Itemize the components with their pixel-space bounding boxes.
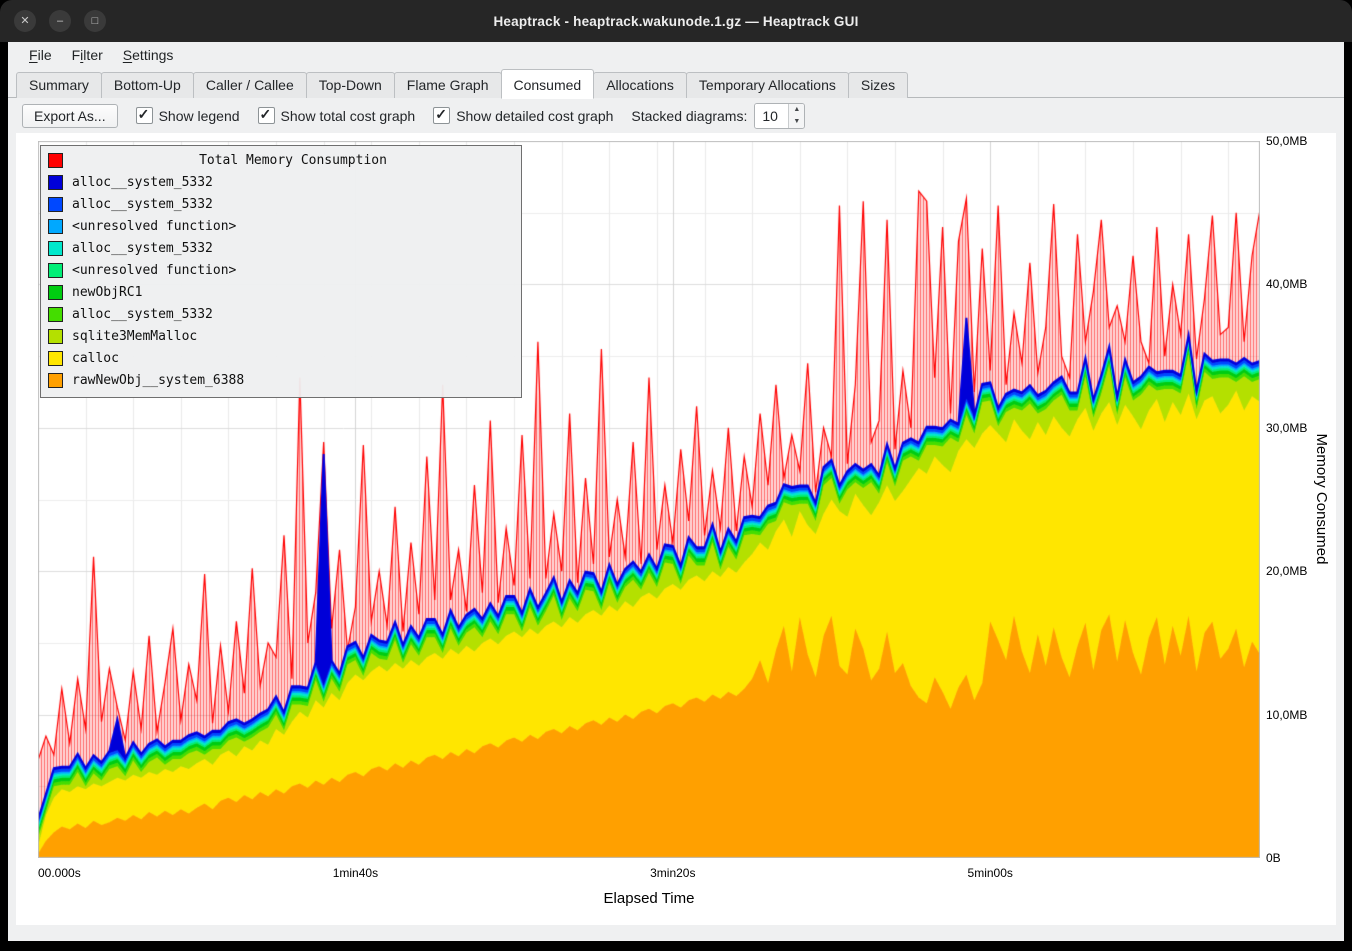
legend-label: alloc__system_5332	[72, 175, 213, 190]
tab-temporary-allocations[interactable]: Temporary Allocations	[686, 72, 849, 98]
legend-swatch-icon	[48, 373, 63, 388]
y-axis-title: Memory Consumed	[1313, 434, 1330, 565]
legend-row: sqlite3MemMalloc	[48, 325, 514, 347]
menubar: FileFilterSettings	[8, 42, 1344, 68]
legend-swatch-icon	[48, 263, 63, 278]
legend-row: alloc__system_5332	[48, 237, 514, 259]
y-tick-label: 40,0MB	[1266, 277, 1307, 291]
tab-summary[interactable]: Summary	[16, 72, 102, 98]
tab-caller-callee[interactable]: Caller / Callee	[193, 72, 307, 98]
checkbox-label: Show detailed cost graph	[456, 108, 613, 124]
chart-legend: Total Memory Consumption alloc__system_53…	[40, 145, 522, 398]
legend-swatch-icon	[48, 175, 63, 190]
legend-row: <unresolved function>	[48, 215, 514, 237]
window-title: Heaptrack - heaptrack.wakunode.1.gz — He…	[493, 14, 858, 29]
tab-flame-graph[interactable]: Flame Graph	[394, 72, 502, 98]
legend-label: calloc	[72, 351, 119, 366]
spinbox-up-icon[interactable]: ▲	[789, 104, 804, 116]
checkbox-label: Show legend	[159, 108, 240, 124]
menu-filter[interactable]: Filter	[63, 45, 112, 65]
legend-label: newObjRC1	[72, 285, 142, 300]
x-tick-label: 1min40s	[333, 866, 378, 880]
legend-label: Total Memory Consumption	[72, 153, 514, 168]
legend-label: <unresolved function>	[72, 263, 236, 278]
tab-allocations[interactable]: Allocations	[593, 72, 687, 98]
x-axis-title: Elapsed Time	[38, 890, 1260, 907]
checkbox-group: Show legend Show total cost graph Show det…	[136, 107, 614, 124]
legend-label: rawNewObj__system_6388	[72, 373, 244, 388]
legend-label: alloc__system_5332	[72, 307, 213, 322]
x-tick-label: 00.000s	[38, 866, 81, 880]
legend-row: <unresolved function>	[48, 259, 514, 281]
tab-bottom-up[interactable]: Bottom-Up	[101, 72, 194, 98]
menu-settings[interactable]: Settings	[114, 45, 183, 65]
titlebar: ✕–□ Heaptrack - heaptrack.wakunode.1.gz …	[0, 0, 1352, 42]
checkbox-show-legend[interactable]: Show legend	[136, 107, 240, 124]
legend-row: calloc	[48, 347, 514, 369]
checkbox-icon[interactable]	[433, 107, 450, 124]
tab-sizes[interactable]: Sizes	[848, 72, 908, 98]
legend-label: sqlite3MemMalloc	[72, 329, 197, 344]
x-tick-label: 3min20s	[650, 866, 695, 880]
close-button-icon[interactable]: ✕	[14, 10, 36, 32]
checkbox-icon[interactable]	[136, 107, 153, 124]
stacked-diagrams-spinbox: ▲ ▼	[754, 103, 805, 129]
legend-label: alloc__system_5332	[72, 197, 213, 212]
y-tick-label: 10,0MB	[1266, 708, 1307, 722]
legend-swatch-icon	[48, 153, 63, 168]
x-tick-label: 5min00s	[968, 866, 1013, 880]
maximize-button-icon[interactable]: □	[84, 10, 106, 32]
legend-row: alloc__system_5332	[48, 193, 514, 215]
y-tick-label: 30,0MB	[1266, 421, 1307, 435]
checkbox-show-total-cost-graph[interactable]: Show total cost graph	[258, 107, 416, 124]
legend-row: rawNewObj__system_6388	[48, 369, 514, 391]
y-tick-label: 0B	[1266, 851, 1281, 865]
window-content: FileFilterSettings SummaryBottom-UpCalle…	[8, 42, 1344, 941]
spinbox-down-icon[interactable]: ▼	[789, 116, 804, 128]
legend-swatch-icon	[48, 307, 63, 322]
checkbox-show-detailed-cost-graph[interactable]: Show detailed cost graph	[433, 107, 613, 124]
minimize-button-icon[interactable]: –	[49, 10, 71, 32]
tab-bar: SummaryBottom-UpCaller / CalleeTop-DownF…	[8, 68, 1344, 98]
legend-swatch-icon	[48, 197, 63, 212]
checkbox-label: Show total cost graph	[281, 108, 416, 124]
tab-top-down[interactable]: Top-Down	[306, 72, 395, 98]
legend-row: alloc__system_5332	[48, 303, 514, 325]
y-tick-label: 50,0MB	[1266, 134, 1307, 148]
checkbox-icon[interactable]	[258, 107, 275, 124]
app-window: ✕–□ Heaptrack - heaptrack.wakunode.1.gz …	[0, 0, 1352, 951]
spinbox-arrows: ▲ ▼	[788, 104, 804, 128]
stacked-diagrams-control: Stacked diagrams: ▲ ▼	[631, 103, 805, 129]
menu-file[interactable]: File	[20, 45, 61, 65]
stacked-diagrams-input[interactable]	[755, 104, 788, 128]
y-tick-label: 20,0MB	[1266, 564, 1307, 578]
legend-swatch-icon	[48, 351, 63, 366]
export-as-button[interactable]: Export As...	[22, 104, 118, 128]
toolbar: Export As... Show legend Show total cost …	[8, 98, 1344, 133]
legend-swatch-icon	[48, 219, 63, 234]
legend-swatch-icon	[48, 285, 63, 300]
legend-label: <unresolved function>	[72, 219, 236, 234]
legend-row: newObjRC1	[48, 281, 514, 303]
memory-chart-panel: Total Memory Consumption alloc__system_53…	[16, 133, 1336, 925]
legend-swatch-icon	[48, 329, 63, 344]
window-controls: ✕–□	[14, 0, 106, 42]
stacked-diagrams-label: Stacked diagrams:	[631, 108, 747, 124]
legend-label: alloc__system_5332	[72, 241, 213, 256]
legend-row: alloc__system_5332	[48, 171, 514, 193]
tab-consumed[interactable]: Consumed	[501, 69, 595, 99]
legend-row: Total Memory Consumption	[48, 149, 514, 171]
legend-swatch-icon	[48, 241, 63, 256]
